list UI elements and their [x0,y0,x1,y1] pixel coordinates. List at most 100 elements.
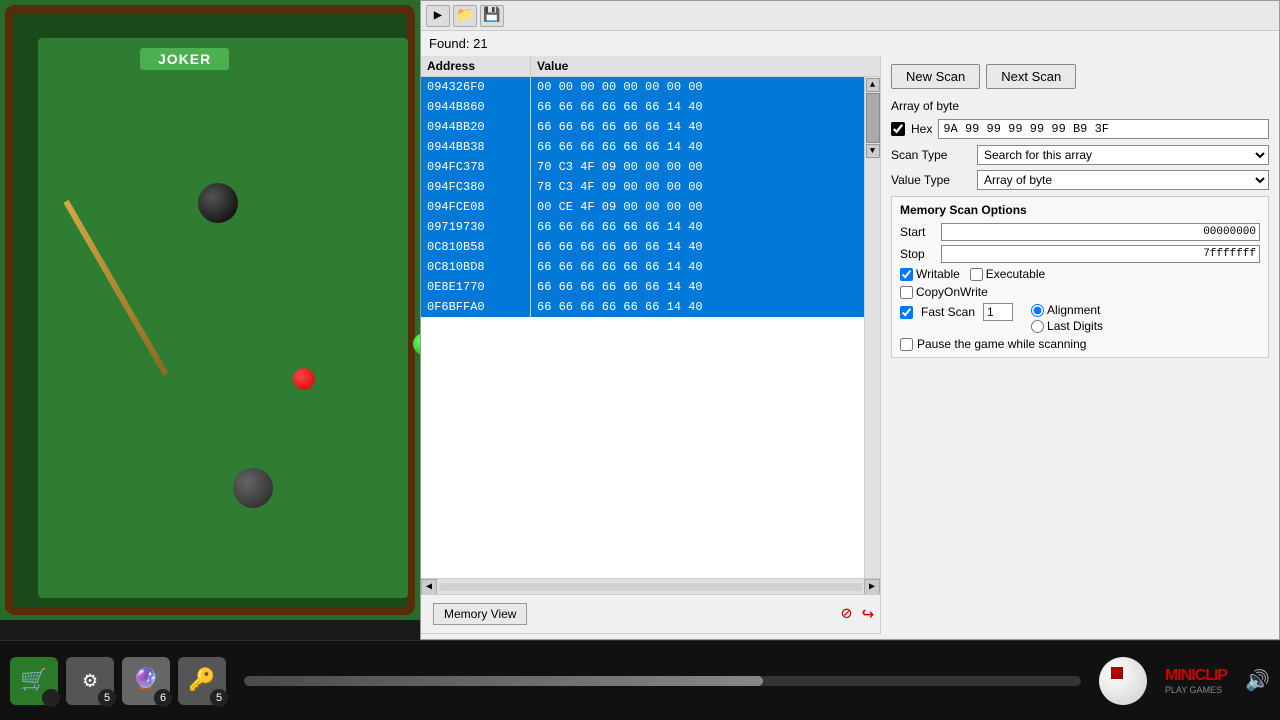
scan-row[interactable]: 0944BB2066 66 66 66 66 66 14 40 [421,117,864,137]
miniclip-logo: MINICLIP [1165,667,1227,685]
scan-scroll-container: 094326F000 00 00 00 00 00 00 000944B8606… [421,77,880,578]
scroll-right[interactable]: ▶ [864,579,880,595]
copy-on-write-label: CopyOnWrite [916,285,988,299]
alignment-radio-item: Alignment [1031,303,1103,317]
pause-label: Pause the game while scanning [917,337,1086,351]
start-range-row: Start [900,223,1260,241]
stop-input[interactable] [941,245,1260,263]
red-ball [293,368,315,390]
miniclip-sub: PLAY GAMES [1165,685,1227,695]
toolbar-icon-arrow[interactable]: ▶ [426,5,450,27]
last-digits-radio-label: Last Digits [1047,319,1103,333]
scan-type-label: Scan Type [891,148,971,162]
red-cancel-icon[interactable]: ⊘ [841,603,852,625]
scan-row[interactable]: 0971973066 66 66 66 66 66 14 40 [421,217,864,237]
scan-row[interactable]: 0C810B5866 66 66 66 66 66 14 40 [421,237,864,257]
scan-results-panel: Address Value 094326F000 00 00 00 00 00 … [421,56,881,634]
array-of-byte-row: Array of byte [891,99,1269,113]
gear-badge: 5 [98,689,116,707]
fast-scan-checkbox[interactable] [900,306,913,319]
fast-scan-col: Fast Scan [900,303,1013,325]
alignment-radio[interactable] [1031,304,1044,317]
value-type-row: Value Type Array of byte [891,170,1269,190]
alignment-options: Alignment Last Digits [1031,303,1103,333]
arrow-red-icon[interactable]: ↪ [862,601,874,627]
last-digits-radio[interactable] [1031,320,1044,333]
value-type-label: Value Type [891,173,971,187]
pause-checkbox[interactable] [900,338,913,351]
progress-bar-fill [244,676,763,686]
scan-row[interactable]: 094326F000 00 00 00 00 00 00 00 [421,77,864,97]
dark-ball [233,468,273,508]
scan-scrollbar[interactable]: ▲ ▼ [864,77,880,578]
scan-row[interactable]: 0C810BD866 66 66 66 66 66 14 40 [421,257,864,277]
fast-scan-label: Fast Scan [921,305,975,319]
taskbar-key-icon[interactable]: 🔑 5 [178,657,226,705]
scroll-left[interactable]: ◀ [421,579,437,595]
hex-checkbox[interactable] [891,122,905,136]
memory-flags-row: Writable Executable [900,267,1260,281]
white-ball [1099,657,1147,705]
header-address: Address [421,56,531,76]
taskbar-gear-icon[interactable]: ⚙ 5 [66,657,114,705]
value-type-dropdown[interactable]: Array of byte [977,170,1269,190]
scan-buttons: New Scan Next Scan [891,64,1269,89]
green-ball [413,333,420,355]
horizontal-scrollbar[interactable]: ◀ ▶ [421,578,880,594]
fast-scan-input[interactable] [983,303,1013,321]
hex-value-input[interactable] [938,119,1269,139]
scan-type-dropdown[interactable]: Search for this array [977,145,1269,165]
toolbar-icon-save[interactable]: 💾 [480,5,504,27]
scan-options-box: Memory Scan Options Start Stop Writable [891,196,1269,358]
joker-badge: JOKER [140,48,229,70]
ce-main-content: Address Value 094326F000 00 00 00 00 00 … [421,56,1279,634]
copy-on-write-checkbox[interactable] [900,286,913,299]
stop-label: Stop [900,247,935,261]
scan-row[interactable]: 094FCE0800 CE 4F 09 00 00 00 00 [421,197,864,217]
right-panel: New Scan Next Scan Array of byte Hex Sca… [881,56,1279,634]
taskbar-shop-icon[interactable]: 🛒 [10,657,58,705]
last-digits-radio-item: Last Digits [1031,319,1103,333]
cheat-engine-panel: ▶ 📁 💾 Found: 21 Address Value 094326F000… [420,0,1280,640]
header-value: Value [531,56,880,76]
array-of-byte-label: Array of byte [891,99,959,113]
shop-badge [42,689,60,707]
cue-stick [63,200,168,376]
writable-checkbox[interactable] [900,268,913,281]
volume-icon[interactable]: 🔊 [1245,668,1270,694]
taskbar-orb-icon[interactable]: 🔮 6 [122,657,170,705]
memory-view-button[interactable]: Memory View [433,603,527,625]
hex-row: Hex [891,119,1269,139]
scan-options-title: Memory Scan Options [900,203,1260,217]
scroll-track[interactable] [439,583,862,591]
pool-table-border [5,5,415,615]
scan-row[interactable]: 0F6BFFA066 66 66 66 66 66 14 40 [421,297,864,317]
fast-scan-row: Fast Scan [900,303,1013,321]
scan-row[interactable]: 094FC37870 C3 4F 09 00 00 00 00 [421,157,864,177]
next-scan-button[interactable]: Next Scan [986,64,1076,89]
scan-results-header: Address Value [421,56,880,77]
taskbar: 🛒 ⚙ 5 🔮 6 🔑 5 MINICLIP PLAY GAMES 🔊 [0,640,1280,720]
executable-checkbox[interactable] [970,268,983,281]
memory-view-area: Memory View ⊘ ↪ [421,594,880,634]
alignment-radio-label: Alignment [1047,303,1100,317]
pause-row: Pause the game while scanning [900,337,1260,351]
scan-row[interactable]: 0E8E177066 66 66 66 66 66 14 40 [421,277,864,297]
scan-row[interactable]: 094FC38078 C3 4F 09 00 00 00 00 [421,177,864,197]
found-bar: Found: 21 [421,31,1279,56]
writable-item: Writable [900,267,960,281]
toolbar-icon-folder[interactable]: 📁 [453,5,477,27]
black-ball [198,183,238,223]
key-badge: 5 [210,689,228,707]
new-scan-button[interactable]: New Scan [891,64,980,89]
start-input[interactable] [941,223,1260,241]
scan-row[interactable]: 0944BB3866 66 66 66 66 66 14 40 [421,137,864,157]
stop-range-row: Stop [900,245,1260,263]
scan-type-row: Scan Type Search for this array [891,145,1269,165]
orb-badge: 6 [154,689,172,707]
scan-row[interactable]: 0944B86066 66 66 66 66 66 14 40 [421,97,864,117]
ce-toolbar: ▶ 📁 💾 [421,1,1279,31]
executable-item: Executable [970,267,1045,281]
copy-on-write-row: CopyOnWrite [900,285,1260,299]
miniclip-branding: MINICLIP PLAY GAMES [1165,667,1227,695]
